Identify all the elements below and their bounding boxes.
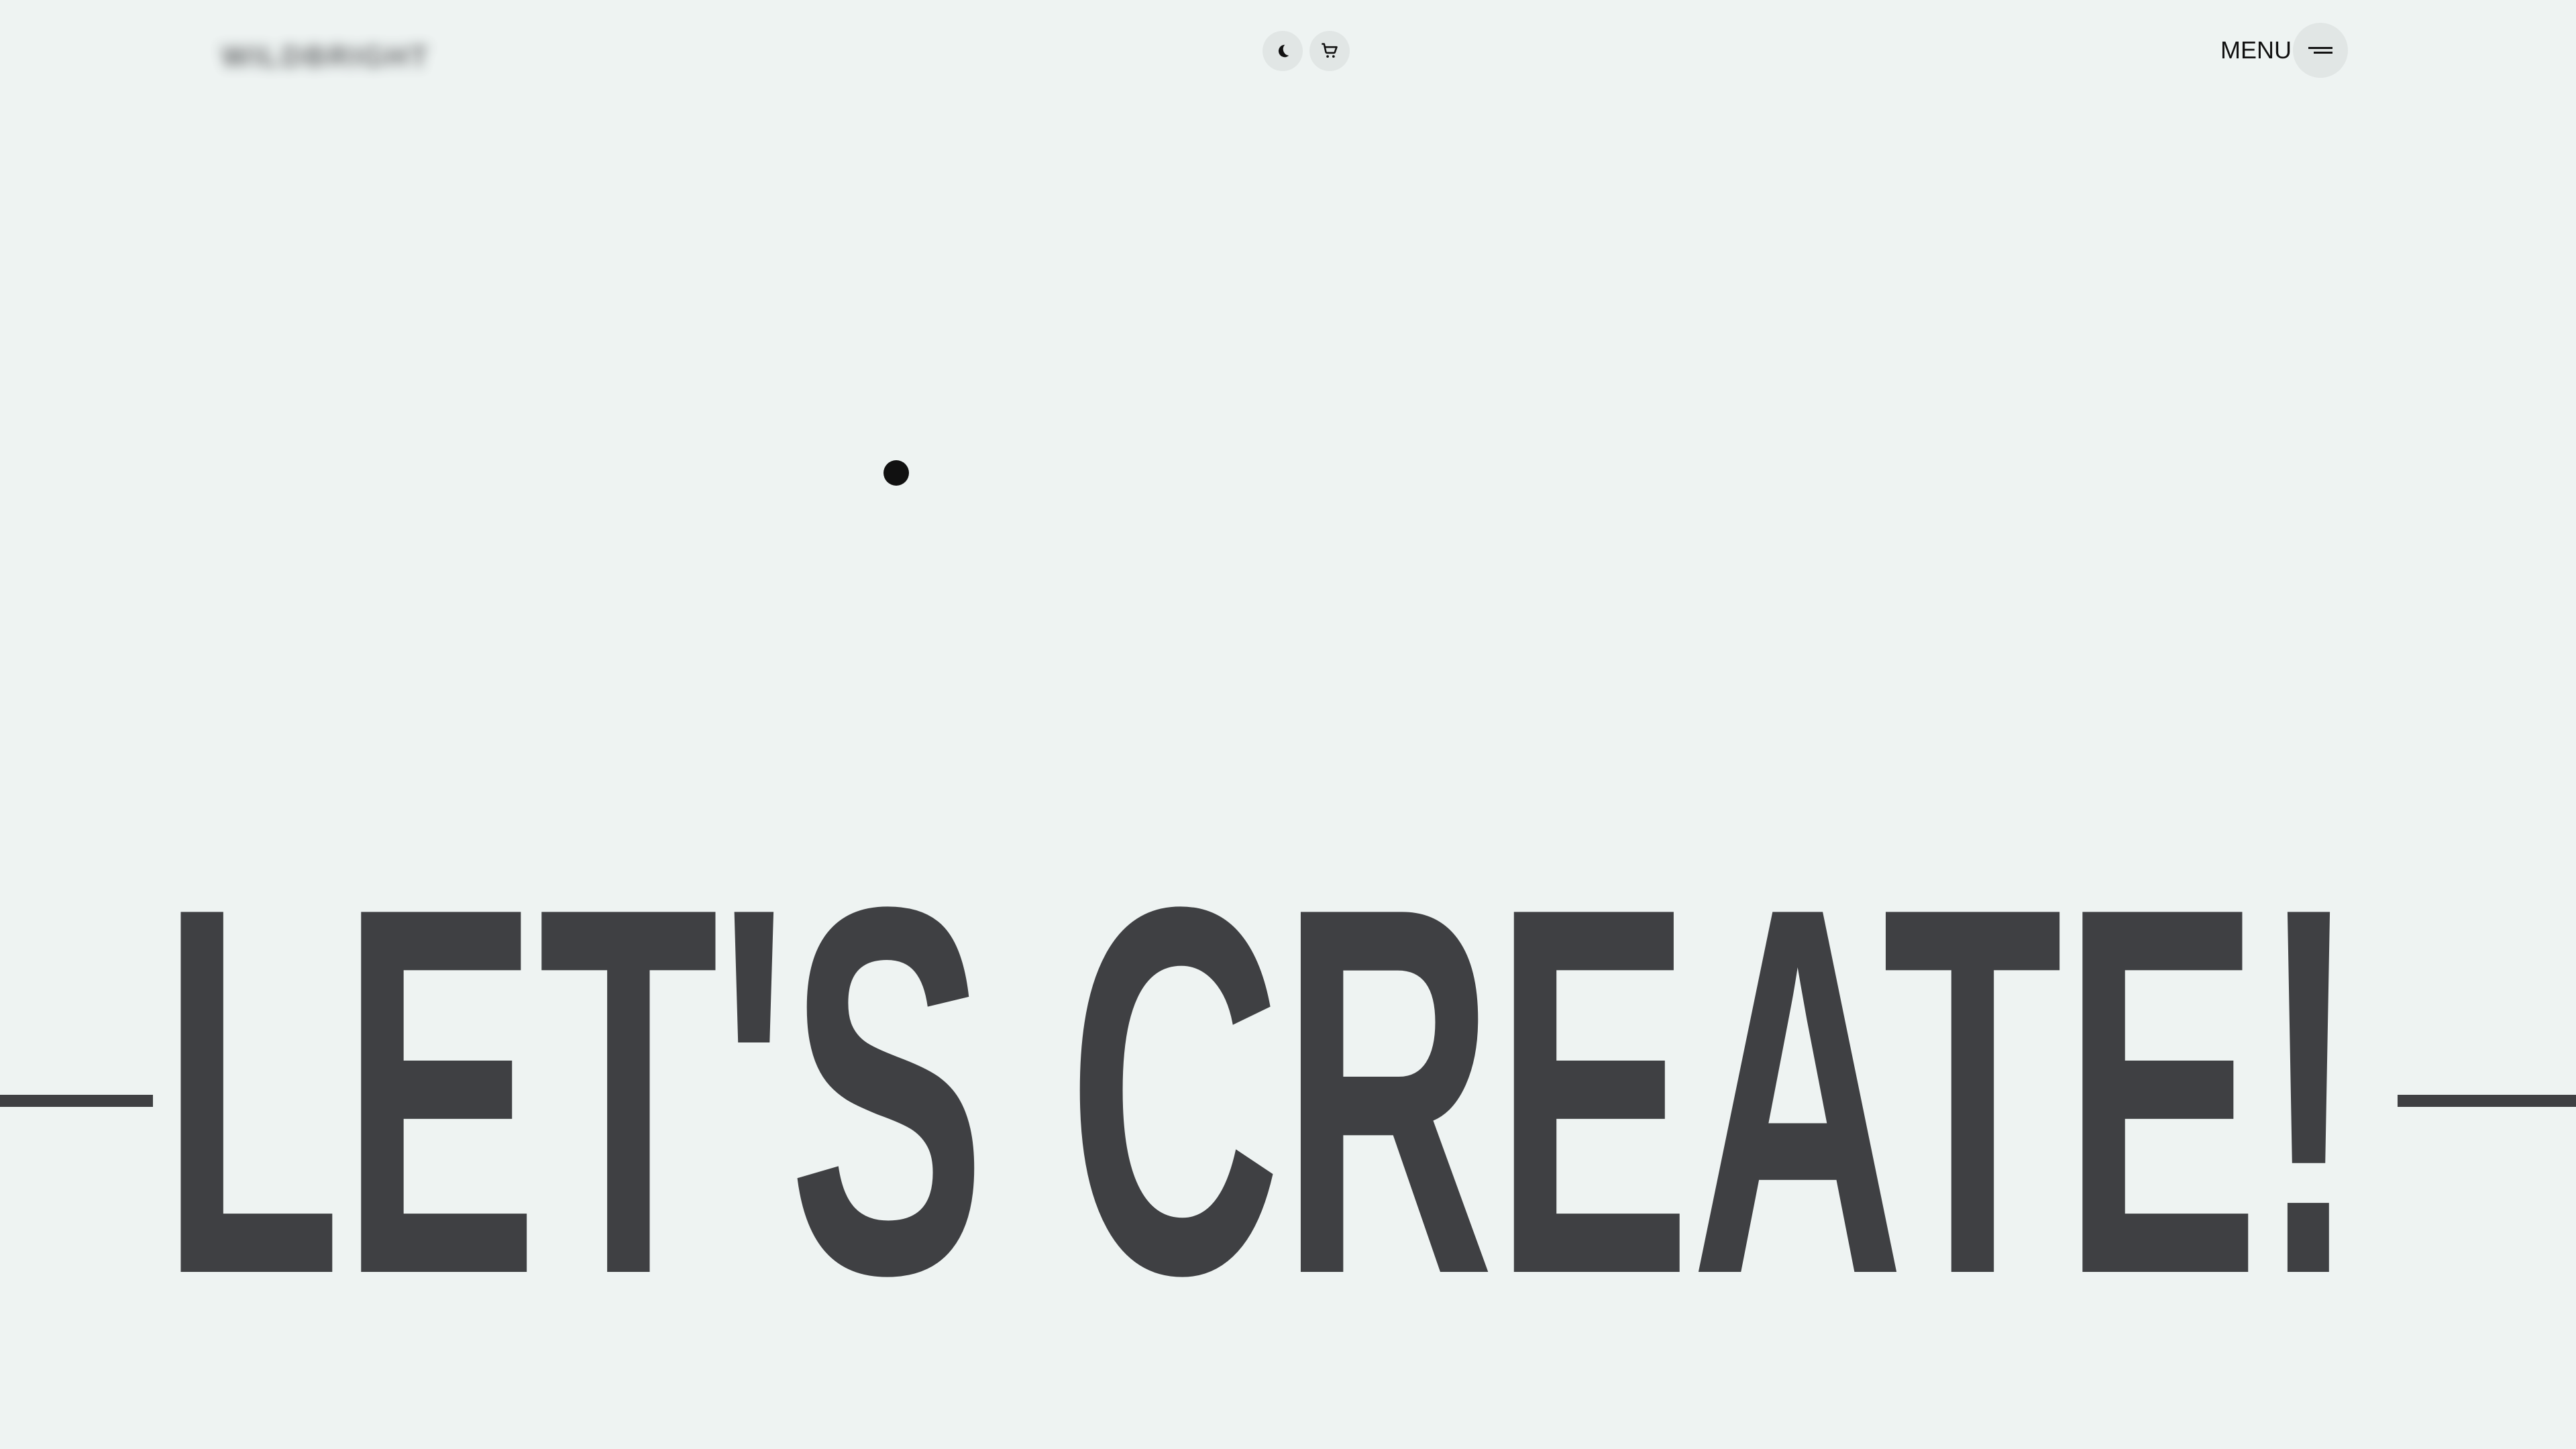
- site-logo[interactable]: WILDBRIGHT: [221, 40, 430, 74]
- menu-button[interactable]: [2293, 23, 2348, 78]
- theme-toggle-button[interactable]: [1263, 31, 1303, 71]
- cart-icon: [1322, 43, 1338, 58]
- hero-line-right: [2398, 1095, 2576, 1107]
- hero-line-left: [0, 1095, 153, 1107]
- hero-headline-svg: LET'S CREATE!: [161, 865, 2358, 1308]
- cursor-dot: [883, 460, 909, 486]
- moon-icon: [1278, 44, 1289, 58]
- menu-label[interactable]: MENU: [2220, 36, 2292, 64]
- cart-button[interactable]: [1309, 31, 1350, 71]
- hero-headline: LET'S CREATE!: [161, 865, 2358, 1308]
- menu-lines-icon: [2308, 47, 2332, 54]
- hero-section: LET'S CREATE!: [0, 865, 2576, 1308]
- site-header: WILDBRIGHT MENU: [0, 0, 2576, 107]
